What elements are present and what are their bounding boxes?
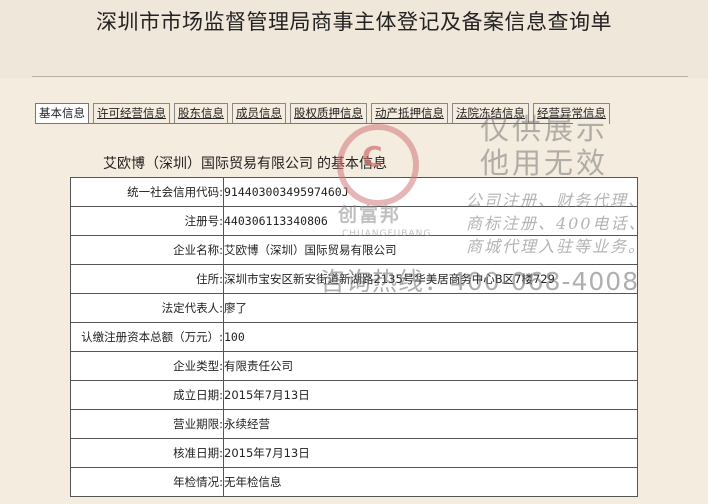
row-value: 有限责任公司 (223, 351, 638, 381)
table-row: 统一社会信用代码: 91440300349597460J (70, 177, 638, 207)
tab-bar: 基本信息 许可经营信息 股东信息 成员信息 股权质押信息 动产抵押信息 法院冻结… (35, 103, 610, 124)
row-value: 深圳市宝安区新安街道新湖路2135号华美居商务中心B区7楼729 (223, 264, 638, 294)
tab-member-info[interactable]: 成员信息 (232, 103, 286, 124)
table-row: 营业期限: 永续经营 (70, 409, 638, 439)
row-label: 核准日期: (70, 438, 224, 468)
table-row: 企业名称: 艾欧博（深圳）国际贸易有限公司 (70, 235, 638, 265)
header-divider (32, 76, 688, 77)
tab-chattel-mortgage-info[interactable]: 动产抵押信息 (371, 103, 448, 124)
row-label: 年检情况: (70, 467, 224, 497)
tab-basic-info[interactable]: 基本信息 (35, 103, 89, 124)
tab-abnormal-operation-info[interactable]: 经营异常信息 (533, 103, 610, 124)
row-label: 企业名称: (70, 235, 224, 265)
tab-license-info[interactable]: 许可经营信息 (93, 103, 170, 124)
tab-underline (35, 123, 573, 124)
tab-equity-pledge-info[interactable]: 股权质押信息 (290, 103, 367, 124)
row-value: 2015年7月13日 (223, 438, 638, 468)
row-label: 成立日期: (70, 380, 224, 410)
row-value: 2015年7月13日 (223, 380, 638, 410)
table-row: 年检情况: 无年检信息 (70, 467, 638, 497)
table-row: 成立日期: 2015年7月13日 (70, 380, 638, 410)
row-label: 注册号: (70, 206, 224, 236)
table-row: 核准日期: 2015年7月13日 (70, 438, 638, 468)
tab-court-freeze-info[interactable]: 法院冻结信息 (452, 103, 529, 124)
tab-shareholder-info[interactable]: 股东信息 (174, 103, 228, 124)
watermark-invalid-other-use: 他用无效 (480, 146, 609, 180)
row-label: 统一社会信用代码: (70, 177, 224, 207)
row-value: 廖了 (223, 293, 638, 323)
company-heading-suffix: 的基本信息 (317, 156, 387, 172)
table-row: 注册号: 440306113340806 (70, 206, 638, 236)
row-label: 企业类型: (70, 351, 224, 381)
row-label: 认缴注册资本总额（万元）: (70, 322, 224, 352)
basic-info-table: 统一社会信用代码: 91440300349597460J 注册号: 440306… (70, 177, 638, 497)
company-heading: 艾欧博（深圳）国际贸易有限公司 的基本信息 (103, 153, 387, 173)
table-row: 企业类型: 有限责任公司 (70, 351, 638, 381)
table-row: 法定代表人: 廖了 (70, 293, 638, 323)
row-value: 艾欧博（深圳）国际贸易有限公司 (223, 235, 638, 265)
row-label: 营业期限: (70, 409, 224, 439)
row-value: 永续经营 (223, 409, 638, 439)
row-label: 住所: (70, 264, 224, 294)
row-value: 91440300349597460J (223, 177, 638, 207)
table-row: 住所: 深圳市宝安区新安街道新湖路2135号华美居商务中心B区7楼729 (70, 264, 638, 294)
row-value: 100 (223, 322, 638, 352)
row-value: 440306113340806 (223, 206, 638, 236)
row-label: 法定代表人: (70, 293, 224, 323)
company-heading-name: 艾欧博（深圳）国际贸易有限公司 (103, 156, 313, 172)
table-row: 认缴注册资本总额（万元）: 100 (70, 322, 638, 352)
page-title: 深圳市市场监督管理局商事主体登记及备案信息查询单 (96, 10, 612, 34)
row-value: 无年检信息 (223, 467, 638, 497)
